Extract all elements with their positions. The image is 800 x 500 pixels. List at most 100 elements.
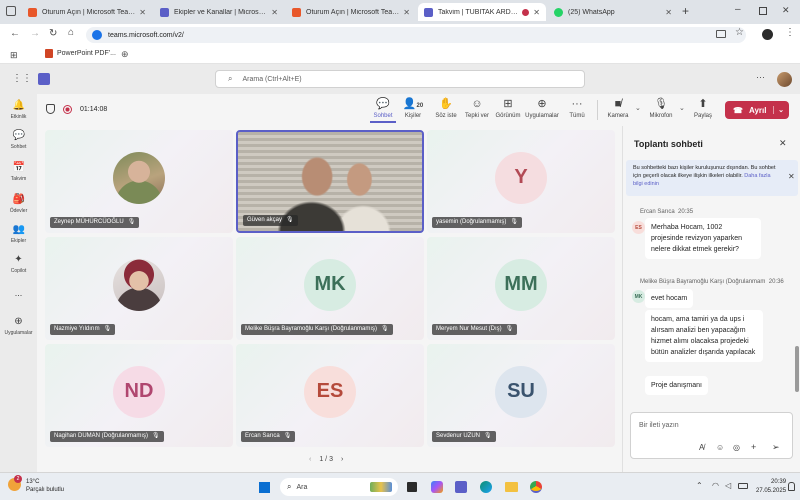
new-tab-icon[interactable]: + [682,4,689,18]
toolbar-label: Kamera [607,113,629,119]
file-explorer-icon[interactable] [505,482,518,492]
participant-tile[interactable]: MM Meryem Nur Mesut (Dış) 🎙 [427,237,615,340]
participant-tile[interactable]: ES Ercan Sarıca 🎙 [236,344,424,447]
format-icon[interactable]: A̸ [699,443,704,452]
attach-plus-icon[interactable]: + [751,442,756,452]
volume-icon[interactable]: ◁ [725,481,731,490]
cast-icon[interactable] [716,30,726,38]
browser-menu-icon[interactable]: ⋮ [785,27,795,38]
windows-start-icon[interactable] [258,481,270,493]
mic-off-icon: 🎙 [283,433,292,439]
more-options-icon[interactable]: ··· [756,72,765,82]
user-avatar[interactable] [777,72,792,87]
next-page-icon[interactable]: › [341,456,343,463]
react-button[interactable]: ☺ Tepki ver [462,98,492,119]
leave-button[interactable]: ☎ Ayrıl ⌄ [725,101,789,119]
tray-chevron-icon[interactable]: ⌃ [696,481,703,490]
taskbar-search[interactable]: ⌕ Ara [280,478,398,496]
task-view-icon[interactable] [407,482,417,492]
chevron-down-icon[interactable]: ⌄ [635,104,641,112]
prev-page-icon[interactable]: ‹ [309,456,311,463]
windows-taskbar: 2 13°C Parçalı bulutlu ⌕ Ara ⌃ ◠ ◁ 20:39… [0,472,800,500]
meeting-toolbar: 01:14:08 💬 Sohbet 👤20 Kişiler ✋ Söz iste… [37,94,800,126]
browser-tab-3[interactable]: Oturum Açın | Microsoft Teams ✕ [286,3,416,21]
close-tab-icon[interactable]: ✕ [403,8,410,17]
toolbar-label: Sohbet [373,113,393,119]
more-button[interactable]: ··· Tümü [565,98,589,119]
weather-widget[interactable]: 2 13°C Parçalı bulutlu [8,475,64,494]
wifi-icon[interactable]: ◠ [712,481,719,490]
tab-actions-icon[interactable] [6,6,16,16]
search-input[interactable]: ⌕ Arama (Ctrl+Alt+E) [215,70,585,88]
rail-item-assignments[interactable]: 🎒 Ödevler [0,194,37,214]
notification-icon[interactable] [788,482,795,491]
emoji-icon[interactable]: ☺ [716,443,724,452]
chat-scrollbar[interactable] [795,346,799,392]
loop-icon[interactable]: ◎ [733,443,740,452]
bookmark-star-icon[interactable]: ☆ [735,27,744,38]
globe-icon[interactable]: ⊕ [121,49,129,60]
shield-icon[interactable] [46,104,55,114]
raise-hand-button[interactable]: ✋ Söz iste [431,98,461,119]
send-icon[interactable]: ➢ [772,442,780,453]
share-button[interactable]: ⬆ Paylaş [689,98,717,119]
browser-tab-bar: Oturum Açın | Microsoft Teams ✕ Ekipler … [0,0,800,24]
apps-grid-icon[interactable]: ⊞ [10,50,18,61]
site-info-icon[interactable] [92,30,102,40]
participant-tile[interactable]: Nazmiye Yıldırım 🎙 [45,237,233,340]
extension-icon[interactable] [762,29,773,40]
close-icon[interactable]: ✕ [779,138,787,149]
minimize-icon[interactable]: – [735,4,741,15]
window-close-icon[interactable]: ✕ [782,5,790,16]
view-button[interactable]: ⊞ Görünüm [493,98,523,119]
participant-tile[interactable]: ND Nagihan DUMAN (Doğrulanmamış) 🎙 [45,344,233,447]
teams-app-icon[interactable] [455,481,467,493]
close-tab-icon[interactable]: ✕ [271,8,278,17]
chrome-app-icon[interactable] [530,481,542,493]
reload-icon[interactable]: ↻ [49,28,57,39]
edge-app-icon[interactable] [480,481,492,493]
rail-item-calendar[interactable]: 📅 Takvim [0,162,37,182]
browser-tab-1[interactable]: Oturum Açın | Microsoft Teams ✕ [22,3,152,21]
message-sender: Ercan Sarıca 20:35 [640,209,693,215]
rail-item-copilot[interactable]: ✦ Copilot [0,254,37,274]
mic-button[interactable]: 🎙 Mikrofon [644,98,678,119]
close-tab-icon[interactable]: ✕ [665,8,672,17]
tab-title: Takvim | TÜBİTAK ARDEB D [438,8,520,16]
close-tab-icon[interactable]: ✕ [139,8,146,17]
browser-tab-4-active[interactable]: Takvim | TÜBİTAK ARDEB D ✕ [418,3,546,21]
rail-item-apps[interactable]: ⊕ Uygulamalar [0,316,37,336]
rail-item-activity[interactable]: 🔔 Etkinlik [0,100,37,120]
whatsapp-favicon-icon [554,7,563,17]
rail-item-chat[interactable]: 💬 Sohbet [0,130,37,150]
participant-tile-video[interactable]: Güven akçay 🎙 [236,130,424,233]
bookmark-powerpoint[interactable]: PowerPoint PDF'... [45,49,116,58]
compose-box[interactable]: Bir ileti yazın A̸ ☺ ◎ + ➢ [630,412,793,459]
clock[interactable]: 20:39 27.05.2025 [756,478,786,496]
participant-tile[interactable]: SU Sevdenur UZUN 🎙 [427,344,615,447]
participant-tile[interactable]: Y yasemin (Doğrulanmamış) 🎙 [427,130,615,233]
app-launcher-icon[interactable]: ⋮⋮ [12,73,32,84]
close-tab-icon[interactable]: ✕ [533,8,540,17]
address-field[interactable]: teams.microsoft.com/v2/ [86,27,746,43]
people-button[interactable]: 👤20 Kişiler [399,98,427,119]
chevron-down-icon[interactable]: ⌄ [679,104,685,112]
home-icon[interactable]: ⌂ [68,27,74,38]
restore-icon[interactable] [759,7,767,15]
apps-button[interactable]: ⊕ Uygulamalar [524,98,560,119]
forward-icon[interactable]: → [30,28,40,39]
participant-tile[interactable]: MK Melike Büşra Bayramoğlu Karşı (Doğrul… [236,237,424,340]
avatar: MK [632,290,645,303]
browser-tab-5[interactable]: (25) WhatsApp ✕ [548,3,678,21]
rail-item-teams[interactable]: 👥 Ekipler [0,224,37,244]
participant-tile[interactable]: Zeynep MÜHÜRCÜOĞLU 🎙 [45,130,233,233]
back-icon[interactable]: ← [10,28,20,39]
browser-tab-2[interactable]: Ekipler ve Kanallar | Microsoft T ✕ [154,3,284,21]
camera-button[interactable]: ■̸ Kamera [603,98,633,119]
battery-icon[interactable] [738,483,748,489]
avatar-initials: SU [507,380,535,402]
close-banner-icon[interactable]: ✕ [788,173,795,181]
rail-item-more[interactable]: ... [0,288,37,298]
chat-toggle-button[interactable]: 💬 Sohbet [370,98,396,123]
copilot-app-icon[interactable] [431,481,443,493]
